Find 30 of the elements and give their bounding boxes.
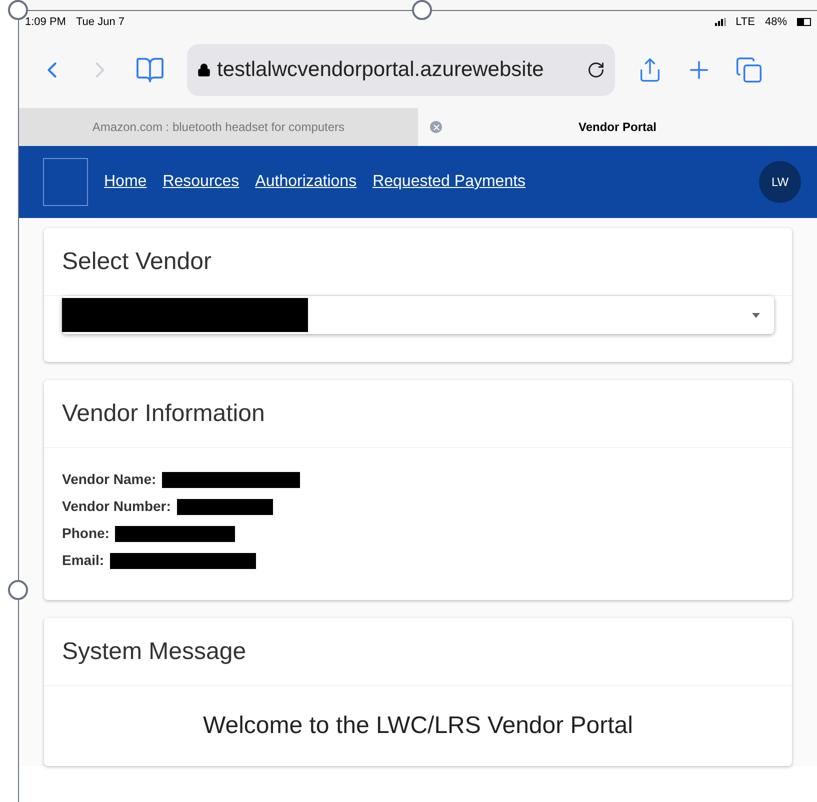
dropdown-caret-icon: [752, 312, 760, 318]
logo-placeholder: [43, 158, 88, 206]
field-label: Email:: [62, 551, 104, 570]
network-label: LTE: [736, 14, 755, 30]
card-title: Select Vendor: [62, 246, 212, 276]
welcome-message: Welcome to the LWC/LRS Vendor Portal: [203, 711, 633, 741]
close-tab-icon[interactable]: [430, 121, 442, 133]
nav-link[interactable]: Home: [104, 170, 147, 194]
card-title: Vendor Information: [62, 398, 265, 428]
url-text: testlalwcvendorportal.azurewebsite: [217, 57, 545, 84]
nav-link[interactable]: Authorizations: [255, 170, 357, 194]
battery-level: 48%: [764, 14, 787, 30]
field-label: Vendor Name:: [62, 470, 156, 489]
card-title: System Message: [62, 636, 246, 666]
status-time: 1:09 PM: [25, 14, 66, 30]
user-avatar[interactable]: LW: [759, 161, 801, 203]
bookmarks-icon[interactable]: [135, 55, 165, 85]
field-label: Vendor Number:: [62, 497, 171, 516]
handle-icon[interactable]: [8, 580, 28, 600]
signal-icon: [714, 18, 726, 26]
status-date: Tue Jun 7: [76, 14, 124, 30]
nav-link[interactable]: Requested Payments: [372, 170, 526, 194]
tabs-icon[interactable]: [735, 56, 763, 84]
nav-link[interactable]: Resources: [162, 170, 240, 194]
field-label: Phone:: [62, 524, 110, 543]
lock-icon: [197, 63, 211, 77]
battery-icon: [797, 18, 811, 26]
address-bar[interactable]: testlalwcvendorportal.azurewebsite: [187, 44, 615, 96]
reload-icon[interactable]: [587, 61, 605, 79]
browser-tab[interactable]: Vendor Portal: [418, 108, 817, 146]
